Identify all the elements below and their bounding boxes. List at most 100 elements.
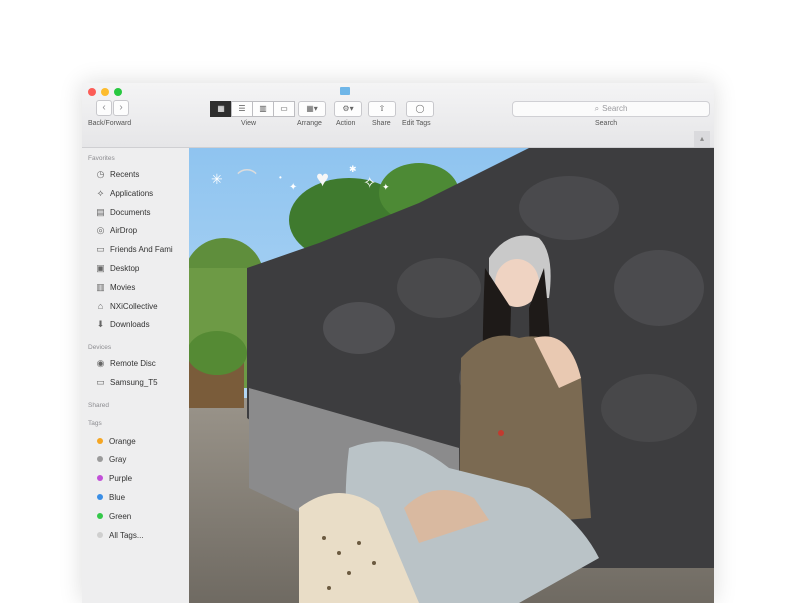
shared-heading: Shared — [88, 402, 109, 409]
svg-text:✳: ✳ — [211, 171, 223, 187]
sidebar-item-label: Downloads — [110, 319, 150, 329]
column-view-button[interactable]: ▥ — [252, 101, 274, 117]
share-label: Share — [372, 120, 391, 127]
action-label: Action — [336, 120, 356, 127]
search-icon: ⌕ — [594, 104, 600, 113]
sidebar-item-desktop[interactable]: ▣ Desktop — [95, 261, 139, 275]
sidebar-item-label: Orange — [109, 436, 136, 446]
search-label: Search — [595, 120, 618, 127]
tag-dot-icon — [97, 438, 103, 444]
sidebar-tag-purple[interactable]: Purple — [95, 471, 132, 485]
zoom-button[interactable] — [114, 88, 122, 96]
favorites-heading: Favorites — [88, 155, 115, 162]
sidebar-item-samsung-t5[interactable]: ▭ Samsung_T5 — [95, 375, 158, 389]
sidebar-item-label: Purple — [109, 473, 133, 483]
sidebar-item-label: Documents — [110, 207, 151, 217]
sidebar-tag-gray[interactable]: Gray — [95, 452, 126, 466]
svg-text:⌒: ⌒ — [237, 168, 257, 191]
sidebar-item-airdrop[interactable]: ◎ AirDrop — [95, 223, 138, 237]
sidebar-item-label: Movies — [110, 282, 136, 292]
folder-icon — [340, 87, 350, 95]
chevron-right-icon: › — [119, 102, 123, 113]
gallery-view-button[interactable]: ▭ — [273, 101, 295, 117]
photo-image: ✳ ⌒ • ✦ ♥ ✱ ✧ ✦ — [184, 148, 714, 603]
back-forward-label: Back/Forward — [88, 120, 132, 127]
folder-icon: ▭ — [96, 243, 105, 254]
photo-content-area: ✳ ⌒ • ✦ ♥ ✱ ✧ ✦ — [184, 148, 714, 603]
sidebar-item-friends-and-family[interactable]: ▭ Friends And Fami — [95, 242, 173, 256]
edit-tags-button[interactable]: ◯ — [406, 101, 434, 117]
drive-icon: ▭ — [96, 376, 105, 387]
sidebar-item-nxicollective[interactable]: ⌂ NXiCollective — [95, 299, 158, 313]
sidebar-item-label: Desktop — [110, 263, 140, 273]
tag-dot-icon — [97, 475, 103, 481]
svg-text:♥: ♥ — [316, 166, 329, 191]
forward-button[interactable]: › — [113, 100, 129, 116]
finder-window: ‹ › Back/Forward ▦ ☰ ▥ ▭ View ▦▾ Arrange… — [82, 83, 714, 603]
sidebar-item-movies[interactable]: ▥ Movies — [95, 280, 135, 294]
sidebar-item-label: Gray — [109, 454, 127, 464]
film-icon: ▥ — [96, 281, 105, 292]
tag-dot-icon — [97, 532, 103, 538]
share-icon: ⇧ — [378, 104, 386, 113]
sidebar-item-applications[interactable]: ⟡ Applications — [95, 186, 154, 200]
arrange-button[interactable]: ▦▾ — [298, 101, 326, 117]
disc-icon: ◉ — [96, 357, 105, 368]
back-button[interactable]: ‹ — [96, 100, 112, 116]
svg-text:✧: ✧ — [363, 175, 376, 192]
edit-tags-label: Edit Tags — [402, 120, 431, 127]
search-placeholder: Search — [602, 104, 628, 113]
action-button[interactable]: ⚙▾ — [334, 101, 362, 117]
clock-icon: ◷ — [96, 168, 105, 179]
list-icon: ☰ — [238, 104, 246, 113]
tag-dot-icon — [97, 456, 103, 462]
minimize-button[interactable] — [101, 88, 109, 96]
arrange-icon: ▦▾ — [306, 104, 318, 113]
view-label: View — [241, 120, 257, 127]
sidebar-item-label: NXiCollective — [110, 301, 158, 311]
toolbar: ‹ › Back/Forward ▦ ☰ ▥ ▭ View ▦▾ Arrange… — [82, 83, 714, 148]
sidebar-item-label: Recents — [110, 169, 140, 179]
sidebar-item-label: Friends And Fami — [110, 244, 173, 254]
sidebar-tag-all-tags[interactable]: All Tags... — [95, 528, 144, 542]
chevron-left-icon: ‹ — [102, 102, 106, 113]
columns-icon: ▥ — [259, 104, 267, 113]
svg-text:✦: ✦ — [289, 182, 297, 193]
svg-text:•: • — [279, 173, 282, 182]
tags-heading: Tags — [88, 420, 102, 427]
sidebar-tag-blue[interactable]: Blue — [95, 490, 125, 504]
list-view-button[interactable]: ☰ — [231, 101, 253, 117]
sidebar-tag-green[interactable]: Green — [95, 509, 131, 523]
close-button[interactable] — [88, 88, 96, 96]
document-icon: ▤ — [96, 206, 105, 217]
search-input[interactable]: ⌕ Search — [512, 101, 710, 117]
sidebar-item-label: All Tags... — [109, 530, 144, 540]
sidebar-item-label: Samsung_T5 — [110, 377, 158, 387]
grid-icon: ▦ — [217, 104, 225, 113]
sidebar: Favorites ◷ Recents ⟡ Applications ▤ Docume… — [82, 148, 189, 603]
tag-icon: ◯ — [415, 104, 425, 113]
svg-text:✱: ✱ — [349, 164, 357, 174]
icon-view-button[interactable]: ▦ — [210, 101, 232, 117]
sidebar-item-remote-disc[interactable]: ◉ Remote Disc — [95, 356, 156, 370]
sidebar-tag-orange[interactable]: Orange — [95, 434, 136, 448]
view-switcher: ▦ ☰ ▥ ▭ — [210, 101, 295, 117]
gallery-icon: ▭ — [280, 104, 288, 113]
sidebar-item-recents[interactable]: ◷ Recents — [95, 167, 140, 181]
house-icon: ⌂ — [97, 301, 104, 311]
devices-heading: Devices — [88, 344, 112, 351]
scroll-up-button[interactable]: ▴ — [694, 131, 710, 147]
tag-dot-icon — [97, 494, 103, 500]
sidebar-item-label: AirDrop — [110, 225, 138, 235]
sidebar-item-label: Blue — [109, 492, 126, 502]
sidebar-item-documents[interactable]: ▤ Documents — [95, 205, 150, 219]
share-button[interactable]: ⇧ — [368, 101, 396, 117]
sidebar-item-downloads[interactable]: ⬇ Downloads — [95, 317, 150, 331]
sidebar-item-label: Green — [109, 511, 132, 521]
download-icon: ⬇ — [96, 318, 105, 329]
svg-text:✦: ✦ — [382, 182, 390, 192]
sidebar-item-label: Applications — [110, 188, 154, 198]
desktop-icon: ▣ — [96, 262, 105, 273]
gear-icon: ⚙▾ — [342, 104, 354, 113]
applications-icon: ⟡ — [97, 187, 104, 198]
